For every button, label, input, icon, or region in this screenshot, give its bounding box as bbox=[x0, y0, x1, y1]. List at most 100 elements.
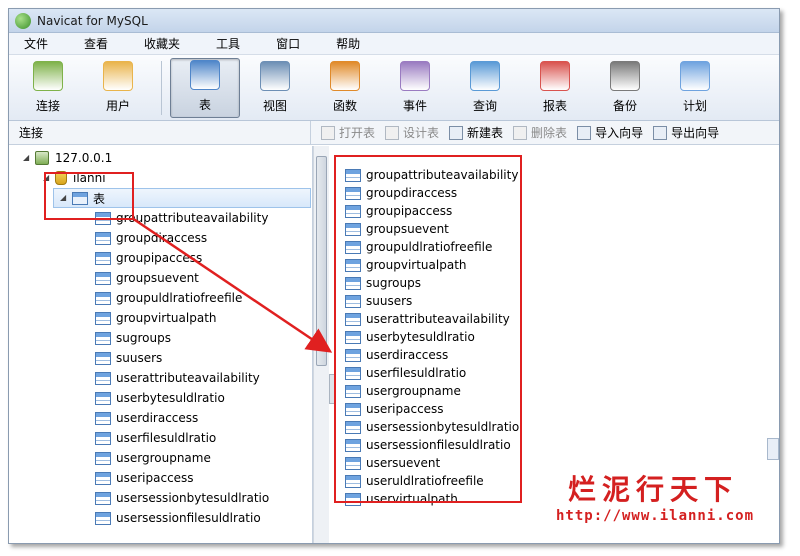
toolbar-button-label: 查询 bbox=[472, 98, 497, 113]
toolbar-button[interactable]: 事件 bbox=[380, 58, 450, 118]
user-icon bbox=[103, 60, 133, 91]
schedule-icon bbox=[680, 60, 710, 91]
menu-bar: 文件 查看 收藏夹 工具 窗口 帮助 bbox=[9, 33, 779, 55]
object-toolbar-button[interactable]: 设计表 bbox=[385, 124, 439, 141]
table-action-icon bbox=[513, 125, 528, 140]
toolbar-button[interactable]: 连接 bbox=[13, 58, 83, 118]
object-list-item[interactable]: usersuevent bbox=[345, 454, 440, 472]
object-list-item[interactable]: usergroupname bbox=[345, 382, 461, 400]
tree-table-item[interactable]: userdiraccess bbox=[95, 408, 198, 428]
tree-table-item[interactable]: groupdiraccess bbox=[95, 228, 207, 248]
table-name: groupuldlratiofreefile bbox=[116, 291, 243, 305]
object-list-item[interactable]: sugroups bbox=[345, 274, 421, 292]
object-toolbar-button[interactable]: 新建表 bbox=[449, 124, 503, 141]
tree-scrollbar[interactable] bbox=[313, 146, 329, 543]
app-window: Navicat for MySQL 文件 查看 收藏夹 工具 窗口 帮助 连接 用户表视图函… bbox=[8, 8, 780, 544]
table-name: usersuevent bbox=[366, 456, 441, 470]
object-list-item[interactable]: groupuldlratiofreefile bbox=[345, 238, 492, 256]
table-name: groupdiraccess bbox=[116, 231, 208, 245]
object-list-item[interactable]: usersessionbytesuldlratio bbox=[345, 418, 519, 436]
toolbar-button[interactable]: 计划 bbox=[660, 58, 730, 118]
toolbar-button[interactable]: 报表 bbox=[520, 58, 590, 118]
table-name: useripaccess bbox=[366, 402, 444, 416]
tree-table-item[interactable]: groupipaccess bbox=[95, 248, 202, 268]
object-list-item[interactable]: groupsuevent bbox=[345, 220, 449, 238]
object-list-item[interactable]: userbytesuldlratio bbox=[345, 328, 475, 346]
object-toolbar-button[interactable]: 导出向导 bbox=[653, 124, 719, 141]
tree-table-item[interactable]: groupsuevent bbox=[95, 268, 199, 288]
tree-table-item[interactable]: usersessionfilesuldlratio bbox=[95, 508, 261, 528]
tree-server[interactable]: ◢ 127.0.0.1 bbox=[23, 148, 112, 168]
menu-item[interactable]: 工具 bbox=[205, 35, 251, 52]
expand-icon[interactable]: ◢ bbox=[43, 174, 51, 182]
table-action-icon bbox=[321, 125, 335, 140]
tree-table-item[interactable]: groupuldlratiofreefile bbox=[95, 288, 242, 308]
table-icon bbox=[345, 294, 361, 308]
table-icon bbox=[95, 411, 111, 425]
table-icon bbox=[95, 391, 111, 405]
table-icon bbox=[95, 491, 111, 505]
tree-database[interactable]: ◢ ilanni bbox=[43, 168, 106, 188]
menu-item[interactable]: 收藏夹 bbox=[133, 35, 191, 52]
object-list-item[interactable]: usersessionfilesuldlratio bbox=[345, 436, 511, 454]
object-list-item[interactable]: userattributeavailability bbox=[345, 310, 510, 328]
table-name: userdiraccess bbox=[366, 348, 449, 362]
tree-table-item[interactable]: userattributeavailability bbox=[95, 368, 260, 388]
tree-table-item[interactable]: usergroupname bbox=[95, 448, 211, 468]
table-name: userfilesuldlratio bbox=[366, 366, 467, 380]
tables-folder-label: 表 bbox=[93, 191, 106, 206]
object-list-item[interactable]: groupattributeavailability bbox=[345, 166, 518, 184]
tree-table-item[interactable]: useripaccess bbox=[95, 468, 194, 488]
table-icon bbox=[95, 351, 111, 365]
table-icon bbox=[95, 511, 111, 525]
object-list-item[interactable]: userdiraccess bbox=[345, 346, 448, 364]
object-list-item[interactable]: useripaccess bbox=[345, 400, 444, 418]
expand-icon[interactable]: ◢ bbox=[60, 194, 68, 202]
object-toolbar-button[interactable]: 打开表 bbox=[321, 124, 375, 141]
side-panel-icon[interactable] bbox=[767, 438, 779, 460]
menu-item[interactable]: 窗口 bbox=[265, 35, 311, 52]
toolbar-button-label: 函数 bbox=[332, 98, 357, 113]
table-name: groupsuevent bbox=[116, 271, 199, 285]
toolbar-button[interactable]: 表 bbox=[170, 57, 240, 118]
toolbar-button-label: 事件 bbox=[402, 98, 427, 113]
table-name: userbytesuldlratio bbox=[366, 330, 475, 344]
tree-table-item[interactable]: usersessionbytesuldlratio bbox=[95, 488, 269, 508]
server-label: 127.0.0.1 bbox=[55, 151, 113, 165]
table-name: sugroups bbox=[366, 276, 421, 290]
menu-item[interactable]: 帮助 bbox=[325, 35, 371, 52]
tree-table-item[interactable]: userfilesuldlratio bbox=[95, 428, 216, 448]
table-icon bbox=[95, 331, 111, 345]
table-name: groupuldlratiofreefile bbox=[366, 240, 493, 254]
tree-table-item[interactable]: sugroups bbox=[95, 328, 171, 348]
menu-item[interactable]: 文件 bbox=[13, 35, 59, 52]
toolbar-button-label: 报表 bbox=[542, 98, 567, 113]
object-list-item[interactable]: uservirtualpath bbox=[345, 490, 458, 508]
tree-tables-folder[interactable]: ◢ 表 bbox=[53, 188, 311, 208]
object-list-item[interactable]: userfilesuldlratio bbox=[345, 364, 466, 382]
object-list-item[interactable]: suusers bbox=[345, 292, 412, 310]
tree-table-item[interactable]: groupvirtualpath bbox=[95, 308, 217, 328]
toolbar-button[interactable]: 函数 bbox=[310, 58, 380, 118]
object-list-item[interactable]: groupipaccess bbox=[345, 202, 452, 220]
toolbar-button[interactable]: 备份 bbox=[590, 58, 660, 118]
table-name: groupvirtualpath bbox=[116, 311, 217, 325]
object-list-item[interactable]: groupvirtualpath bbox=[345, 256, 467, 274]
table-icon bbox=[345, 402, 361, 416]
database-icon bbox=[55, 171, 67, 185]
tree-table-item[interactable]: userbytesuldlratio bbox=[95, 388, 225, 408]
object-list-item[interactable]: useruldlratiofreefile bbox=[345, 472, 484, 490]
object-list-item[interactable]: groupdiraccess bbox=[345, 184, 457, 202]
object-toolbar-button[interactable]: 导入向导 bbox=[577, 124, 643, 141]
object-toolbar-button[interactable]: 删除表 bbox=[513, 124, 567, 141]
title-bar: Navicat for MySQL bbox=[9, 9, 779, 33]
scrollbar-thumb[interactable] bbox=[316, 156, 327, 366]
toolbar-button[interactable]: 视图 bbox=[240, 58, 310, 118]
expand-icon[interactable]: ◢ bbox=[23, 154, 31, 162]
tree-table-item[interactable]: groupattributeavailability bbox=[95, 208, 268, 228]
tree-table-item[interactable]: suusers bbox=[95, 348, 162, 368]
menu-item[interactable]: 查看 bbox=[73, 35, 119, 52]
table-action-icon bbox=[449, 125, 464, 140]
toolbar-button[interactable]: 用户 bbox=[83, 58, 153, 118]
toolbar-button[interactable]: 查询 bbox=[450, 58, 520, 118]
